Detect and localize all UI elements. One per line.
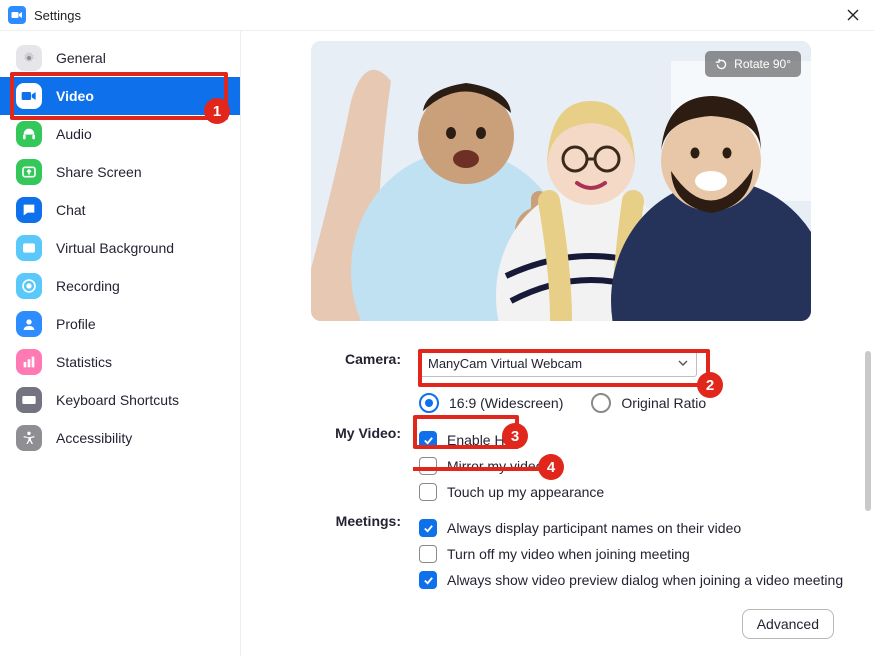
video-icon <box>16 83 42 109</box>
sidebar-item-label: Profile <box>56 316 96 332</box>
sidebar-item-label: Video <box>56 88 94 104</box>
aspect-original-radio[interactable] <box>591 393 611 413</box>
sidebar-item-label: Accessibility <box>56 430 132 446</box>
show-names-checkbox[interactable] <box>419 519 437 537</box>
camera-row-label: Camera: <box>311 349 419 413</box>
stats-icon <box>16 349 42 375</box>
sidebar-item-keys[interactable]: Keyboard Shortcuts <box>0 381 240 419</box>
zoom-app-icon <box>8 6 26 24</box>
rotate-90-button[interactable]: Rotate 90° <box>705 51 801 77</box>
record-icon <box>16 273 42 299</box>
camera-selected-value: ManyCam Virtual Webcam <box>428 356 582 371</box>
sidebar-item-label: Chat <box>56 202 86 218</box>
show-preview-dialog-label[interactable]: Always show video preview dialog when jo… <box>447 572 843 588</box>
sidebar-item-label: Audio <box>56 126 92 142</box>
sidebar-item-vbg[interactable]: Virtual Background <box>0 229 240 267</box>
sidebar-item-label: Virtual Background <box>56 240 174 256</box>
mirror-video-checkbox[interactable] <box>419 457 437 475</box>
rotate-label: Rotate 90° <box>734 57 791 71</box>
sidebar-item-audio[interactable]: Audio <box>0 115 240 153</box>
image-icon <box>16 235 42 261</box>
share-icon <box>16 159 42 185</box>
profile-icon <box>16 311 42 337</box>
meetings-row-label: Meetings: <box>311 511 419 589</box>
sidebar-item-chat[interactable]: Chat <box>0 191 240 229</box>
chevron-down-icon <box>678 358 688 368</box>
show-names-label[interactable]: Always display participant names on thei… <box>447 520 741 536</box>
sidebar-item-label: General <box>56 50 106 66</box>
headset-icon <box>16 121 42 147</box>
gear-icon <box>16 45 42 71</box>
close-icon <box>847 9 859 21</box>
advanced-button[interactable]: Advanced <box>742 609 834 639</box>
enable-hd-checkbox[interactable] <box>419 431 437 449</box>
sidebar-item-general[interactable]: General <box>0 39 240 77</box>
turn-off-video-label[interactable]: Turn off my video when joining meeting <box>447 546 690 562</box>
sidebar-item-stats[interactable]: Statistics <box>0 343 240 381</box>
sidebar-item-label: Statistics <box>56 354 112 370</box>
sidebar-item-video[interactable]: Video <box>0 77 240 115</box>
chat-icon <box>16 197 42 223</box>
my-video-row-label: My Video: <box>311 423 419 501</box>
aspect-16-9-label[interactable]: 16:9 (Widescreen) <box>449 395 563 411</box>
keyboard-icon <box>16 387 42 413</box>
sidebar-item-a11y[interactable]: Accessibility <box>0 419 240 457</box>
touch-up-label[interactable]: Touch up my appearance <box>447 484 604 500</box>
sidebar-item-rec[interactable]: Recording <box>0 267 240 305</box>
touch-up-checkbox[interactable] <box>419 483 437 501</box>
settings-sidebar: General Video Audio Share Screen Chat Virtual… <box>0 31 241 656</box>
show-preview-dialog-checkbox[interactable] <box>419 571 437 589</box>
sidebar-item-label: Share Screen <box>56 164 142 180</box>
mirror-video-label[interactable]: Mirror my video <box>447 458 543 474</box>
enable-hd-label[interactable]: Enable HD <box>447 432 515 448</box>
video-preview: Rotate 90° <box>311 41 811 321</box>
rotate-icon <box>715 58 728 71</box>
sidebar-item-label: Recording <box>56 278 120 294</box>
aspect-16-9-radio[interactable] <box>419 393 439 413</box>
advanced-label: Advanced <box>757 616 819 632</box>
camera-dropdown[interactable]: ManyCam Virtual Webcam <box>419 349 697 377</box>
close-button[interactable] <box>842 4 864 26</box>
window-title: Settings <box>34 8 81 23</box>
turn-off-video-checkbox[interactable] <box>419 545 437 563</box>
sidebar-item-label: Keyboard Shortcuts <box>56 392 179 408</box>
sidebar-item-profile[interactable]: Profile <box>0 305 240 343</box>
scrollbar-thumb[interactable] <box>865 351 871 511</box>
a11y-icon <box>16 425 42 451</box>
aspect-original-label[interactable]: Original Ratio <box>621 395 706 411</box>
sidebar-item-share[interactable]: Share Screen <box>0 153 240 191</box>
